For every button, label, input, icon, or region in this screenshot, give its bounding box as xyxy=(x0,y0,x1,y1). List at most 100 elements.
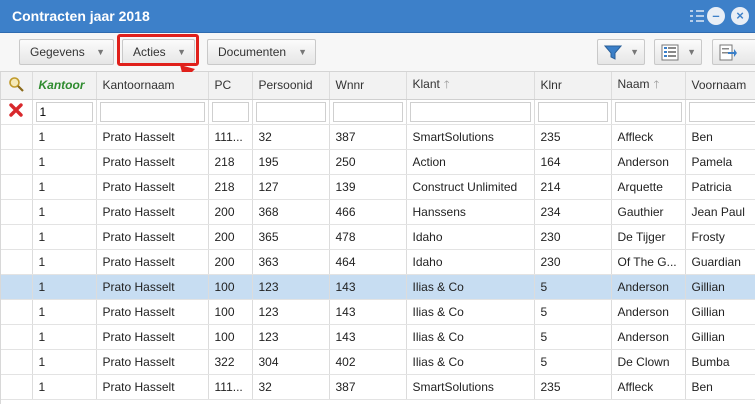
columns-button[interactable]: ▼ xyxy=(654,39,702,65)
list-icon xyxy=(661,44,679,61)
cell-voornaam: Patricia xyxy=(685,174,755,200)
row-selector[interactable] xyxy=(1,324,33,350)
cell-kantoornaam: Prato Hasselt xyxy=(96,274,209,300)
column-header-voornaam[interactable]: Voornaam xyxy=(685,72,755,100)
table-row[interactable]: 1 Prato Hasselt 200 363 464 Idaho 230 Of The G.… xyxy=(1,249,755,275)
column-header-klnr[interactable]: Klnr xyxy=(534,72,612,100)
filter-klant-input[interactable] xyxy=(409,101,531,122)
close-icon[interactable]: × xyxy=(731,7,749,25)
cell-naam: Anderson xyxy=(611,149,686,175)
filter-klnr[interactable] xyxy=(534,99,612,125)
cell-klnr: 235 xyxy=(534,124,612,150)
table-row[interactable]: 1 Prato Hasselt 218 127 139 Construct Unlimit… xyxy=(1,174,755,200)
cell-naam: Affleck xyxy=(611,124,686,150)
export-button[interactable] xyxy=(712,39,755,65)
filter-voornaam[interactable] xyxy=(685,99,755,125)
row-selector[interactable] xyxy=(1,124,33,150)
contracts-table: Kantoor Kantoornaam PC Persoonid Wnnr Kl… xyxy=(1,72,755,400)
cell-naam: Anderson xyxy=(611,324,686,350)
cell-kantoornaam: Prato Hasselt xyxy=(96,224,209,250)
filter-kantoor-input[interactable] xyxy=(35,101,93,122)
filter-pc-input[interactable] xyxy=(211,101,249,122)
cell-pc: 322 xyxy=(208,349,253,375)
filter-persoonid[interactable] xyxy=(252,99,330,125)
table-row[interactable]: 1 Prato Hasselt 111... 32 387 SmartSolutions 2… xyxy=(1,124,755,150)
naam-label: Naam xyxy=(617,76,650,91)
cell-klant: Hanssens xyxy=(406,199,535,225)
chevron-down-icon: ▼ xyxy=(96,47,105,57)
clear-filter-cell[interactable] xyxy=(1,99,33,125)
filter-voornaam-input[interactable] xyxy=(688,101,755,122)
row-selector[interactable] xyxy=(1,349,33,375)
cell-pc: 218 xyxy=(208,149,253,175)
row-selector[interactable] xyxy=(1,149,33,175)
cell-klnr: 234 xyxy=(534,199,612,225)
export-icon xyxy=(719,44,737,61)
window-title: Contracten jaar 2018 xyxy=(12,8,150,24)
column-header-kantoornaam[interactable]: Kantoornaam xyxy=(96,72,209,100)
cell-voornaam: Ben xyxy=(685,124,755,150)
table-row[interactable]: 1 Prato Hasselt 111... 32 387 SmartSolutions 2… xyxy=(1,374,755,400)
cell-klant: Construct Unlimited xyxy=(406,174,535,200)
cell-wnnr: 466 xyxy=(329,199,407,225)
filter-kantoornaam-input[interactable] xyxy=(99,101,205,122)
row-selector[interactable] xyxy=(1,374,33,400)
row-selector[interactable] xyxy=(1,249,33,275)
filter-naam[interactable] xyxy=(611,99,686,125)
klant-label: Klant xyxy=(412,76,440,91)
cell-persoonid: 304 xyxy=(252,349,330,375)
cell-naam: De Tijger xyxy=(611,224,686,250)
column-header-kantoor[interactable]: Kantoor xyxy=(32,72,97,100)
row-selector[interactable] xyxy=(1,199,33,225)
filter-button[interactable]: ▼ xyxy=(597,39,645,65)
cell-kantoor: 1 xyxy=(32,299,97,325)
cell-persoonid: 123 xyxy=(252,324,330,350)
table-row[interactable]: 1 Prato Hasselt 322 304 402 Ilias & Co 5 De Clo… xyxy=(1,349,755,375)
clear-filter-icon[interactable] xyxy=(9,103,23,117)
filter-wnnr-input[interactable] xyxy=(332,101,403,122)
filter-wnnr[interactable] xyxy=(329,99,407,125)
filter-pc[interactable] xyxy=(208,99,253,125)
table-row[interactable]: 1 Prato Hasselt 200 365 478 Idaho 230 De Tijger… xyxy=(1,224,755,250)
cell-wnnr: 143 xyxy=(329,299,407,325)
chevron-down-icon: ▼ xyxy=(687,47,696,57)
cell-kantoornaam: Prato Hasselt xyxy=(96,299,209,325)
column-header-klant[interactable]: Klant 🡑 xyxy=(406,72,535,100)
row-selector[interactable] xyxy=(1,224,33,250)
table-row[interactable]: 1 Prato Hasselt 218 195 250 Action 164 Anderson… xyxy=(1,149,755,175)
row-selector[interactable] xyxy=(1,274,33,300)
cell-naam: Anderson xyxy=(611,299,686,325)
search-icon[interactable] xyxy=(8,76,25,92)
cell-voornaam: Ben xyxy=(685,374,755,400)
cell-kantoor: 1 xyxy=(32,174,97,200)
filter-kantoor[interactable] xyxy=(32,99,97,125)
window-titlebar: Contracten jaar 2018 – × xyxy=(0,0,755,33)
table-row[interactable]: 1 Prato Hasselt 200 368 466 Hanssens 234 Gauthi… xyxy=(1,199,755,225)
layout-grip-icon[interactable] xyxy=(689,9,705,23)
filter-klant[interactable] xyxy=(406,99,535,125)
filter-kantoornaam[interactable] xyxy=(96,99,209,125)
filter-naam-input[interactable] xyxy=(614,101,682,122)
cell-klnr: 5 xyxy=(534,299,612,325)
column-header-wnnr[interactable]: Wnnr xyxy=(329,72,407,100)
chevron-down-icon: ▼ xyxy=(298,47,307,57)
search-column-header[interactable] xyxy=(1,72,33,100)
column-header-pc[interactable]: PC xyxy=(208,72,253,100)
cell-kantoornaam: Prato Hasselt xyxy=(96,174,209,200)
cell-kantoornaam: Prato Hasselt xyxy=(96,349,209,375)
cell-kantoornaam: Prato Hasselt xyxy=(96,374,209,400)
cell-kantoor: 1 xyxy=(32,349,97,375)
cell-pc: 200 xyxy=(208,249,253,275)
gegevens-button[interactable]: Gegevens ▼ xyxy=(19,39,114,65)
minimize-icon[interactable]: – xyxy=(707,7,725,25)
filter-persoonid-input[interactable] xyxy=(255,101,326,122)
row-selector[interactable] xyxy=(1,174,33,200)
table-row[interactable]: 1 Prato Hasselt 100 123 143 Ilias & Co 5 Anders… xyxy=(1,274,755,300)
row-selector[interactable] xyxy=(1,299,33,325)
column-header-naam[interactable]: Naam 🡑 xyxy=(611,72,686,100)
cell-voornaam: Pamela xyxy=(685,149,755,175)
table-row[interactable]: 1 Prato Hasselt 100 123 143 Ilias & Co 5 Anders… xyxy=(1,299,755,325)
table-row[interactable]: 1 Prato Hasselt 100 123 143 Ilias & Co 5 Anders… xyxy=(1,324,755,350)
column-header-persoonid[interactable]: Persoonid xyxy=(252,72,330,100)
filter-klnr-input[interactable] xyxy=(537,101,608,122)
